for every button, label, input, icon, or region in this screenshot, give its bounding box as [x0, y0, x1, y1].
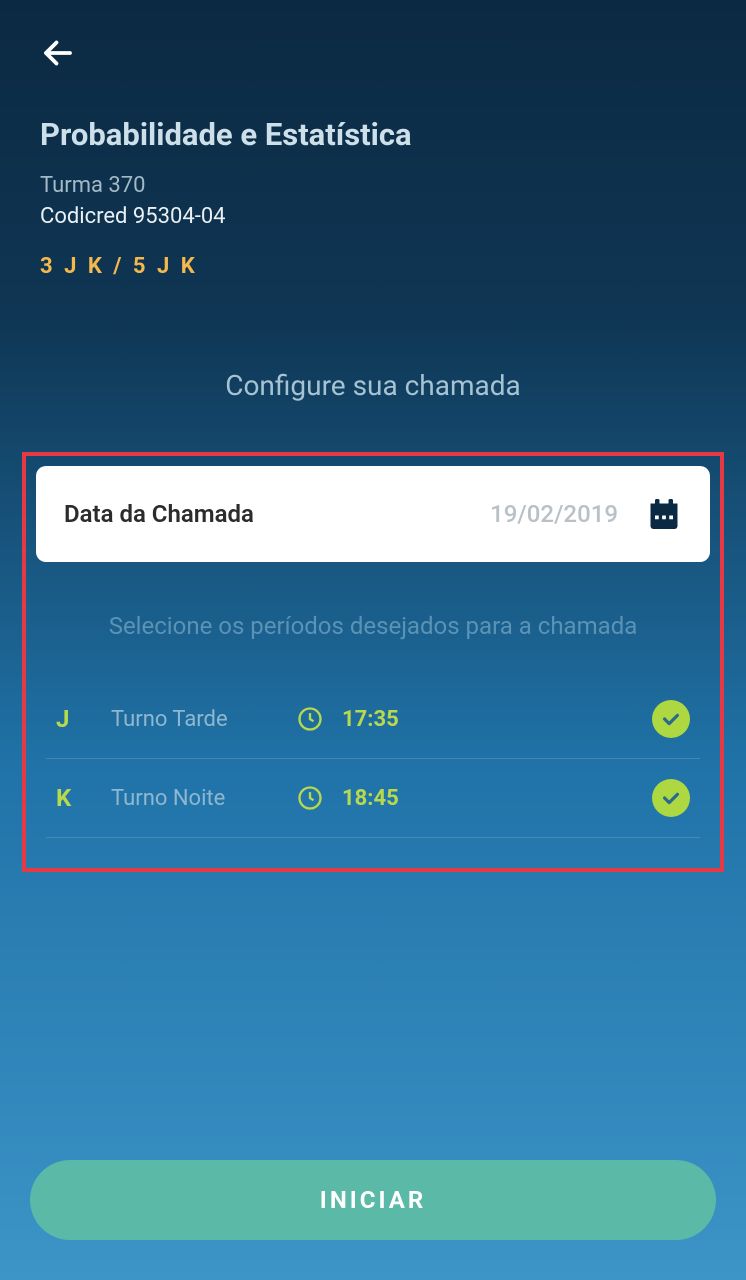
period-shift: Turno Tarde	[111, 707, 296, 732]
clock-icon	[296, 784, 324, 812]
class-group: Turma 370	[40, 173, 706, 198]
period-row-k[interactable]: K Turno Noite 18:45	[46, 759, 700, 838]
config-highlight-box: Data da Chamada 19/02/2019 Selecione os …	[22, 452, 724, 872]
period-time: 18:45	[342, 786, 652, 811]
period-code: K	[56, 784, 111, 812]
date-picker-card[interactable]: Data da Chamada 19/02/2019	[36, 466, 710, 562]
configure-title: Configure sua chamada	[0, 369, 746, 402]
schedule-code: 3 J K / 5 J K	[40, 254, 706, 279]
back-button[interactable]	[40, 35, 76, 71]
period-row-j[interactable]: J Turno Tarde 17:35	[46, 680, 700, 759]
check-icon	[660, 787, 682, 809]
select-periods-title: Selecione os períodos desejados para a c…	[46, 612, 700, 640]
clock-icon	[296, 705, 324, 733]
period-selected-check[interactable]	[652, 700, 690, 738]
header: Probabilidade e Estatística Turma 370 Co…	[0, 0, 746, 299]
period-code: J	[56, 705, 111, 733]
period-time: 17:35	[342, 707, 652, 732]
calendar-icon[interactable]	[646, 496, 682, 532]
period-shift: Turno Noite	[111, 786, 296, 811]
date-label: Data da Chamada	[64, 500, 254, 528]
date-right: 19/02/2019	[490, 496, 682, 532]
date-value: 19/02/2019	[490, 500, 618, 528]
course-title: Probabilidade e Estatística	[40, 116, 706, 153]
start-button[interactable]: INICIAR	[30, 1160, 716, 1240]
codicred: Codicred 95304-04	[40, 204, 706, 229]
arrow-left-icon	[40, 35, 76, 71]
check-icon	[660, 708, 682, 730]
period-selected-check[interactable]	[652, 779, 690, 817]
